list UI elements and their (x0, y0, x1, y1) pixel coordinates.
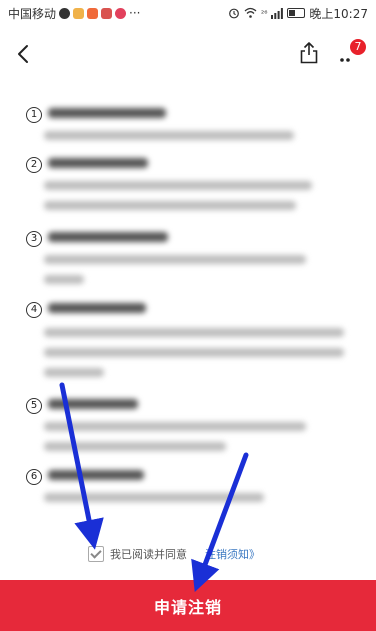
section-title-blurred (48, 303, 146, 313)
clock-label: 晚上10:27 (309, 6, 368, 21)
section-text-blurred (44, 442, 226, 451)
section-number: 1 (26, 107, 42, 123)
app-notification-icon (73, 7, 85, 19)
network-type-label: ²⁶ (260, 8, 268, 18)
app-notification-icon (115, 7, 127, 19)
apply-cancel-account-button[interactable]: 申请注销 (0, 580, 376, 631)
agreement-text: 我已阅读并同意 (110, 548, 187, 561)
status-left: 中国移动 ··· (8, 5, 140, 22)
chat-icon (59, 7, 71, 19)
section-title-blurred (48, 232, 168, 242)
section-title-blurred (48, 470, 144, 480)
section-text-blurred (44, 368, 104, 377)
more-notifications-label: ··· (129, 6, 141, 20)
section-text-blurred (44, 348, 344, 357)
carrier-label: 中国移动 (8, 6, 57, 21)
signal-icon (271, 7, 284, 19)
section-text-blurred (44, 422, 306, 431)
section-text-blurred (44, 275, 84, 284)
status-bar: 中国移动 ··· ²⁶ 晚上10:27 (0, 0, 376, 26)
annotation-arrows (59, 382, 249, 593)
section-number: 4 (26, 302, 42, 318)
section-text-blurred (44, 201, 296, 210)
nav-bar: 7 (0, 26, 376, 84)
agree-checkbox[interactable] (88, 546, 104, 562)
section-text-blurred (44, 255, 306, 264)
section-number: 6 (26, 469, 42, 485)
section-title-blurred (48, 108, 166, 118)
status-right: ²⁶ 晚上10:27 (228, 5, 368, 22)
section-text-blurred (44, 131, 294, 140)
battery-icon (287, 8, 306, 18)
wifi-icon (244, 7, 257, 18)
alarm-icon (229, 8, 239, 19)
app-notification-icon (101, 7, 113, 19)
share-icon[interactable] (298, 40, 320, 66)
back-arrow-icon[interactable] (12, 40, 38, 68)
notification-badge: 7 (350, 39, 366, 55)
section-title-blurred (48, 158, 148, 168)
section-text-blurred (44, 181, 312, 190)
section-text-blurred (44, 493, 264, 502)
section-title-blurred (48, 399, 138, 409)
agreement-row: 我已阅读并同意 注销须知》 (88, 544, 260, 564)
app-notification-icon (87, 7, 99, 19)
section-number: 3 (26, 231, 42, 247)
section-number: 5 (26, 398, 42, 414)
section-text-blurred (44, 328, 344, 337)
agreement-link[interactable]: 注销须知》 (205, 546, 260, 562)
section-number: 2 (26, 157, 42, 173)
